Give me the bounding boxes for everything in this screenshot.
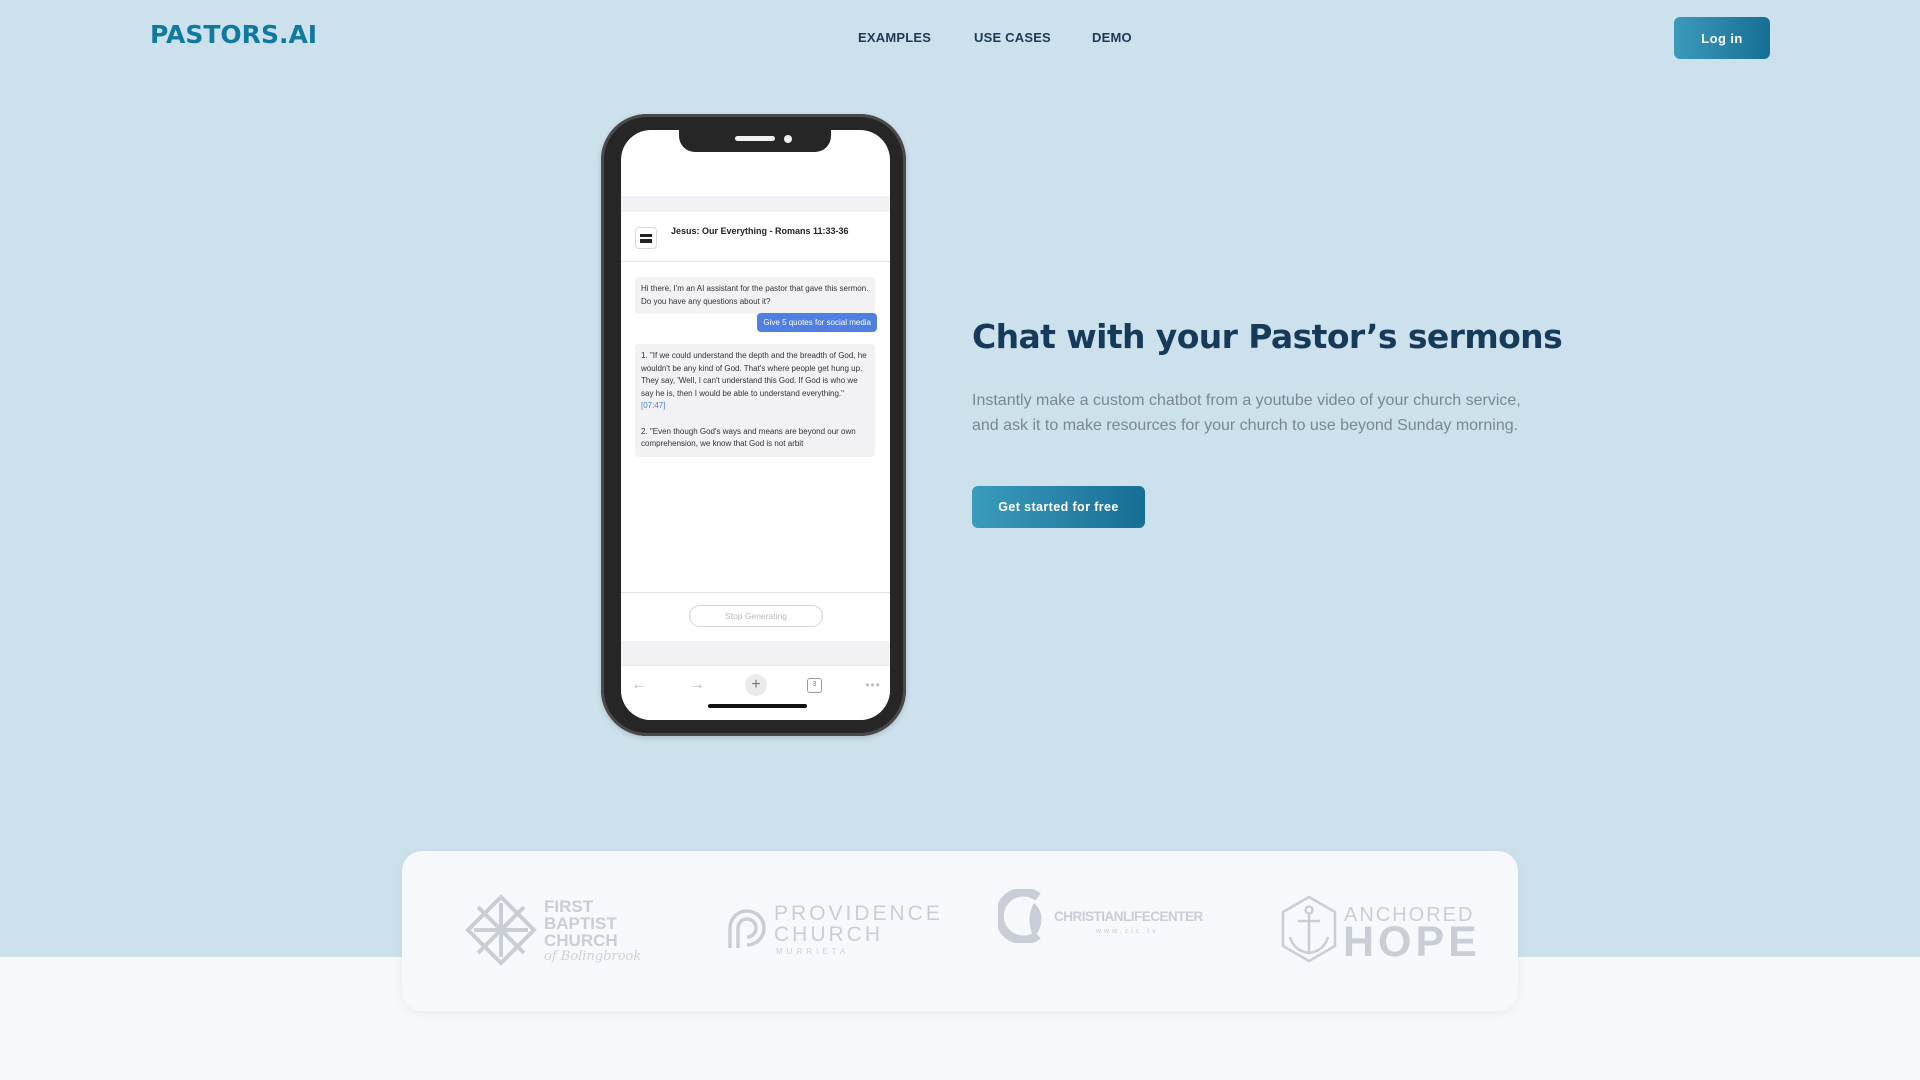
back-arrow-icon[interactable]: ← <box>628 674 650 696</box>
quote-timestamp-link[interactable]: [07:47] <box>641 401 665 410</box>
login-button[interactable]: Log in <box>1674 17 1770 59</box>
user-message: Give 5 quotes for social media <box>757 313 877 332</box>
hero-background <box>0 0 1920 957</box>
anchor-icon <box>1281 895 1337 963</box>
camera-icon <box>784 135 792 143</box>
church-name: FIRST BAPTIST CHURCH <box>544 897 618 950</box>
quote-text: 2. "Even though God's ways and means are… <box>641 426 856 449</box>
leaf-c-icon <box>998 889 1042 943</box>
church-url: www.clc.tv <box>1096 928 1159 935</box>
screen-divider <box>621 196 890 212</box>
more-icon[interactable]: ••• <box>862 674 884 696</box>
church-name: CHRISTIANLIFECENTER <box>1054 909 1203 924</box>
church-logo-first-baptist: FIRST BAPTIST CHURCH of Bolingbrook <box>464 851 644 1011</box>
plus-icon[interactable]: + <box>745 674 767 696</box>
chat-messages: Hi there, I'm an AI assistant for the pa… <box>621 263 890 573</box>
get-started-button[interactable]: Get started for free <box>972 486 1145 528</box>
quote-text: 1. "If we could understand the depth and… <box>641 351 867 398</box>
church-logos-card: FIRST BAPTIST CHURCH of Bolingbrook PROV… <box>402 851 1518 1011</box>
phone-mockup: Jesus: Our Everything - Romans 11:33-36 … <box>601 114 906 736</box>
speaker-icon <box>735 136 775 141</box>
home-indicator <box>708 704 807 708</box>
assistant-message: Hi there, I'm an AI assistant for the pa… <box>635 277 875 314</box>
church-subtitle: of Bolingbrook <box>544 949 642 964</box>
nav-link-use-cases[interactable]: USE CASES <box>974 30 1051 45</box>
browser-toolbar: ← → + 3 ••• <box>621 666 890 720</box>
assistant-message: 1. "If we could understand the depth and… <box>635 344 875 457</box>
phone-notch <box>679 130 831 152</box>
brand-logo[interactable]: PASTORS.AI <box>150 20 317 49</box>
nav-link-demo[interactable]: DEMO <box>1092 30 1132 45</box>
church-name-bottom: HOPE <box>1343 918 1481 966</box>
church-logo-anchored-hope: ANCHORED HOPE <box>1280 851 1480 1011</box>
providence-p-icon <box>728 909 766 948</box>
nav-link-examples[interactable]: EXAMPLES <box>858 30 931 45</box>
sermon-thumbnail-icon <box>635 227 657 249</box>
tabs-icon[interactable]: 3 <box>807 678 822 693</box>
screen-divider <box>621 641 890 666</box>
sermon-title: Jesus: Our Everything - Romans 11:33-36 <box>671 226 849 236</box>
church-logo-christian-life-center: CHRISTIANLIFECENTER www.clc.tv <box>998 851 1208 1011</box>
chat-header: Jesus: Our Everything - Romans 11:33-36 <box>621 212 890 262</box>
hero-description: Instantly make a custom chatbot from a y… <box>972 392 1521 434</box>
church-city: MURRIETA <box>776 947 850 956</box>
phone-screen: Jesus: Our Everything - Romans 11:33-36 … <box>621 130 890 720</box>
hero-title: Chat with your Pastor’s sermons <box>972 317 1563 356</box>
cross-diamond-icon <box>465 894 537 966</box>
stop-area: Stop Generating <box>621 592 890 641</box>
church-name: PROVIDENCE CHURCH <box>774 902 943 946</box>
forward-arrow-icon[interactable]: → <box>686 674 708 696</box>
stop-generating-button[interactable]: Stop Generating <box>689 605 823 627</box>
church-logo-providence: PROVIDENCE CHURCH MURRIETA <box>724 851 940 1011</box>
